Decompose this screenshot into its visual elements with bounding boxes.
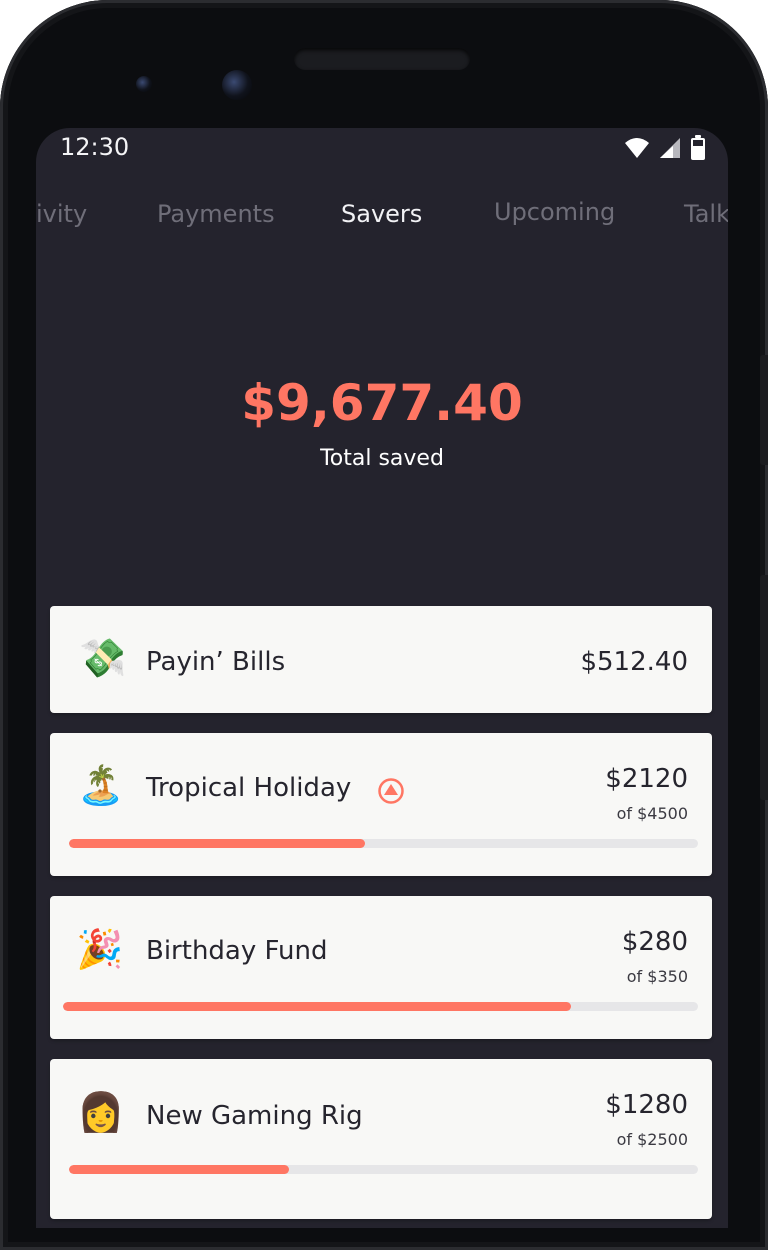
saver-progress-track — [69, 1165, 698, 1174]
saver-goal: of $2500 — [616, 1130, 688, 1149]
saver-card-new-gaming-rig[interactable]: 👩 New Gaming Rig $1280 of $2500 — [50, 1059, 712, 1219]
saver-goal: of $350 — [626, 967, 688, 986]
saver-progress-fill — [63, 1002, 571, 1011]
saver-progress-fill — [69, 839, 365, 848]
side-button-top — [760, 355, 768, 465]
desert-island-icon: 🏝️ — [77, 763, 125, 807]
front-camera-large — [222, 70, 252, 100]
total-saved-summary: $9,677.40 Total saved — [36, 378, 728, 471]
saver-card-payin-bills[interactable]: 💸 Payin’ Bills $512.40 — [50, 606, 712, 713]
tab-payments[interactable]: Payments — [157, 200, 275, 228]
speaker-grille — [294, 48, 470, 70]
saver-title: New Gaming Rig — [146, 1101, 363, 1131]
side-button-bottom — [760, 575, 768, 800]
tab-bar: ivity Payments Savers Upcoming Talk — [36, 192, 728, 242]
saver-card-tropical-holiday[interactable]: 🏝️ Tropical Holiday $2120 of $4500 — [50, 733, 712, 876]
total-saved-label: Total saved — [320, 446, 444, 471]
tab-savers[interactable]: Savers — [341, 200, 422, 228]
wifi-icon — [625, 138, 649, 158]
money-with-wings-icon: 💸 — [79, 636, 127, 680]
upward-arrow-circle-icon[interactable] — [377, 777, 405, 805]
tab-activity[interactable]: ivity — [36, 200, 87, 228]
status-time: 12:30 — [60, 133, 130, 161]
saver-amount: $2120 — [605, 764, 688, 794]
tab-upcoming[interactable]: Upcoming — [494, 198, 615, 226]
saver-amount: $512.40 — [580, 647, 688, 677]
phone-screen: 12:30 ivity Payments Savers Upcoming Tal… — [36, 128, 728, 1228]
saver-title: Tropical Holiday — [146, 773, 352, 803]
saver-amount: $280 — [621, 927, 688, 957]
battery-icon — [691, 135, 705, 160]
saver-title: Birthday Fund — [146, 936, 328, 966]
status-bar: 12:30 — [36, 128, 728, 170]
tab-talk[interactable]: Talk — [684, 200, 728, 228]
status-icons — [624, 135, 706, 161]
saver-card-birthday-fund[interactable]: 🎉 Birthday Fund $280 of $350 — [50, 896, 712, 1039]
total-saved-amount: $9,677.40 — [241, 374, 523, 432]
saver-amount: $1280 — [605, 1090, 688, 1120]
woman-using-laptop-icon: 👩 — [77, 1090, 125, 1134]
saver-goal: of $4500 — [616, 804, 688, 823]
signal-icon — [660, 138, 680, 158]
saver-progress-track — [63, 1002, 698, 1011]
party-popper-icon: 🎉 — [76, 927, 124, 971]
front-camera-small — [136, 76, 152, 92]
saver-progress-fill — [69, 1165, 290, 1174]
phone-frame: 12:30 ivity Payments Savers Upcoming Tal… — [0, 0, 768, 1250]
saver-title: Payin’ Bills — [146, 647, 286, 677]
saver-progress-track — [69, 839, 698, 848]
